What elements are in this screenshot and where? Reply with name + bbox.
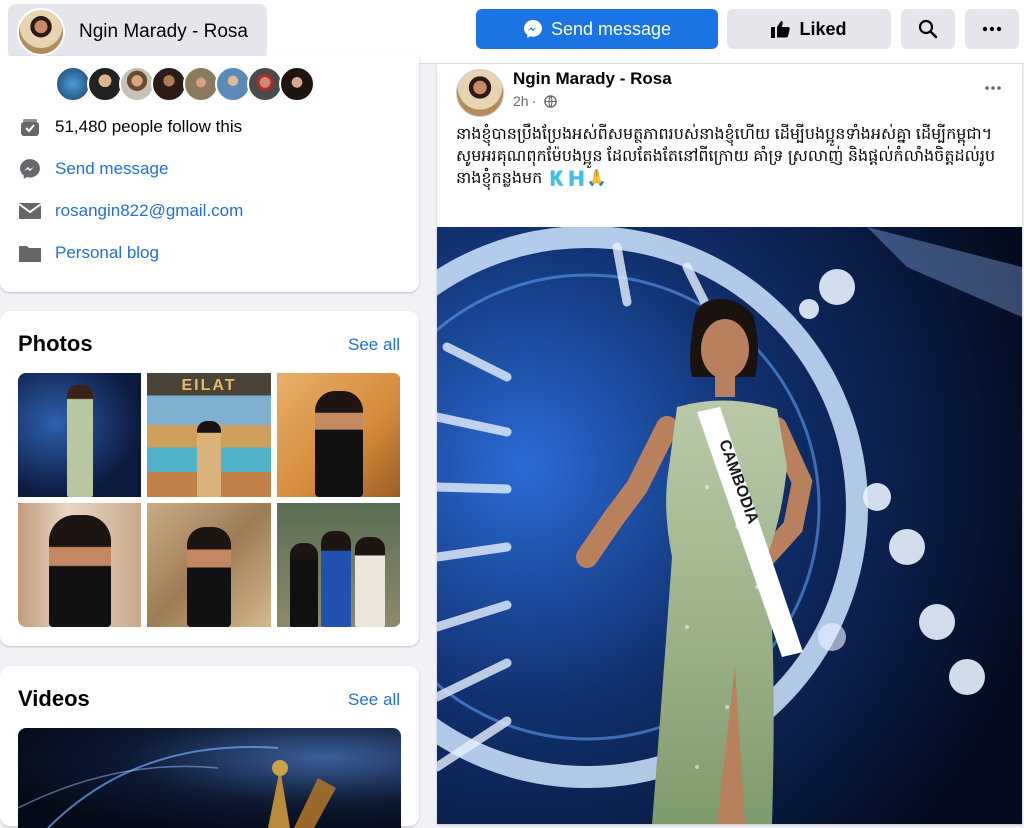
search-icon bbox=[918, 19, 938, 39]
more-options-button[interactable] bbox=[965, 9, 1019, 49]
thumbs-up-icon bbox=[771, 21, 791, 38]
follower-avatar[interactable] bbox=[247, 66, 283, 102]
more-icon bbox=[985, 86, 1001, 90]
page-name: Ngin Marady - Rosa bbox=[79, 21, 248, 42]
follower-count-text: 51,480 people follow this bbox=[55, 117, 243, 136]
follower-avatar[interactable] bbox=[87, 66, 123, 102]
email-row[interactable]: rosangin822@gmail.com bbox=[18, 199, 243, 223]
intro-card: 51,480 people follow this Send message r… bbox=[0, 56, 419, 292]
followers-row: 51,480 people follow this bbox=[18, 115, 242, 139]
meta-separator: · bbox=[531, 93, 537, 109]
videos-see-all-link[interactable]: See all bbox=[348, 690, 400, 710]
eilat-sign-text: EILAT bbox=[181, 377, 237, 394]
post-photo[interactable]: CAMBODIA bbox=[437, 227, 1022, 824]
post-timestamp[interactable]: 2h bbox=[513, 93, 529, 109]
post-author-avatar[interactable] bbox=[456, 69, 504, 117]
follower-avatar[interactable] bbox=[279, 66, 315, 102]
follower-avatars[interactable] bbox=[55, 66, 315, 102]
videos-card: Videos See all bbox=[0, 666, 419, 828]
liked-button[interactable]: Liked bbox=[727, 9, 891, 49]
globe-icon bbox=[544, 94, 558, 108]
messenger-icon bbox=[18, 157, 42, 181]
post-options-button[interactable] bbox=[984, 78, 1002, 96]
follower-avatar[interactable] bbox=[183, 66, 219, 102]
photo-thumbnail[interactable] bbox=[277, 373, 400, 497]
send-message-button[interactable]: Send message bbox=[476, 9, 718, 49]
page-header-chip[interactable]: Ngin Marady - Rosa bbox=[8, 4, 267, 60]
envelope-icon bbox=[18, 199, 42, 223]
blog-row[interactable]: Personal blog bbox=[18, 241, 159, 265]
photo-thumbnail[interactable] bbox=[147, 503, 271, 627]
post-meta: 2h · bbox=[513, 93, 558, 109]
photo-thumbnail[interactable] bbox=[277, 503, 400, 627]
send-message-label: Send message bbox=[550, 18, 672, 39]
folder-icon bbox=[18, 241, 42, 265]
send-message-link[interactable]: Send message bbox=[55, 159, 168, 179]
follower-avatar[interactable] bbox=[215, 66, 251, 102]
follower-avatar[interactable] bbox=[55, 66, 91, 102]
follower-avatar[interactable] bbox=[119, 66, 155, 102]
liked-label: Liked bbox=[799, 18, 847, 39]
send-message-row[interactable]: Send message bbox=[18, 157, 168, 181]
page-avatar[interactable] bbox=[17, 8, 65, 56]
photo-thumbnail[interactable] bbox=[18, 373, 141, 497]
personal-blog-link[interactable]: Personal blog bbox=[55, 243, 159, 263]
followers-icon bbox=[18, 115, 42, 139]
follower-avatar[interactable] bbox=[151, 66, 187, 102]
post-text-line: នាងខ្ញុំបានប្រឹងប្រែងអស់ពីសមត្ថភាពរបស់នា… bbox=[456, 126, 993, 143]
search-button[interactable] bbox=[901, 9, 955, 49]
video-thumbnail[interactable] bbox=[18, 728, 401, 828]
photos-title: Photos bbox=[18, 331, 93, 356]
post-text: នាងខ្ញុំបានប្រឹងប្រែងអស់ពីសមត្ថភាពរបស់នា… bbox=[456, 124, 1011, 190]
photos-card: Photos See all EILAT bbox=[0, 311, 419, 646]
photos-see-all-link[interactable]: See all bbox=[348, 335, 400, 355]
post-author-name[interactable]: Ngin Marady - Rosa bbox=[513, 69, 672, 89]
messenger-icon bbox=[523, 20, 542, 38]
photo-grid: EILAT bbox=[18, 373, 401, 627]
post-card: Ngin Marady - Rosa 2h · នាងខ្ញុំបានប្រឹង… bbox=[437, 64, 1022, 824]
more-icon bbox=[982, 26, 1002, 32]
email-link[interactable]: rosangin822@gmail.com bbox=[55, 201, 243, 221]
photo-thumbnail[interactable] bbox=[18, 503, 141, 627]
photo-thumbnail[interactable]: EILAT bbox=[147, 373, 271, 497]
videos-title: Videos bbox=[18, 686, 90, 711]
post-text-line: សូមអរគុណពុកម៉ែបងប្អូន ដែលតែងតែនៅពីក្រោយ … bbox=[456, 148, 996, 187]
top-bar: Ngin Marady - Rosa Send message Liked bbox=[0, 0, 1024, 64]
